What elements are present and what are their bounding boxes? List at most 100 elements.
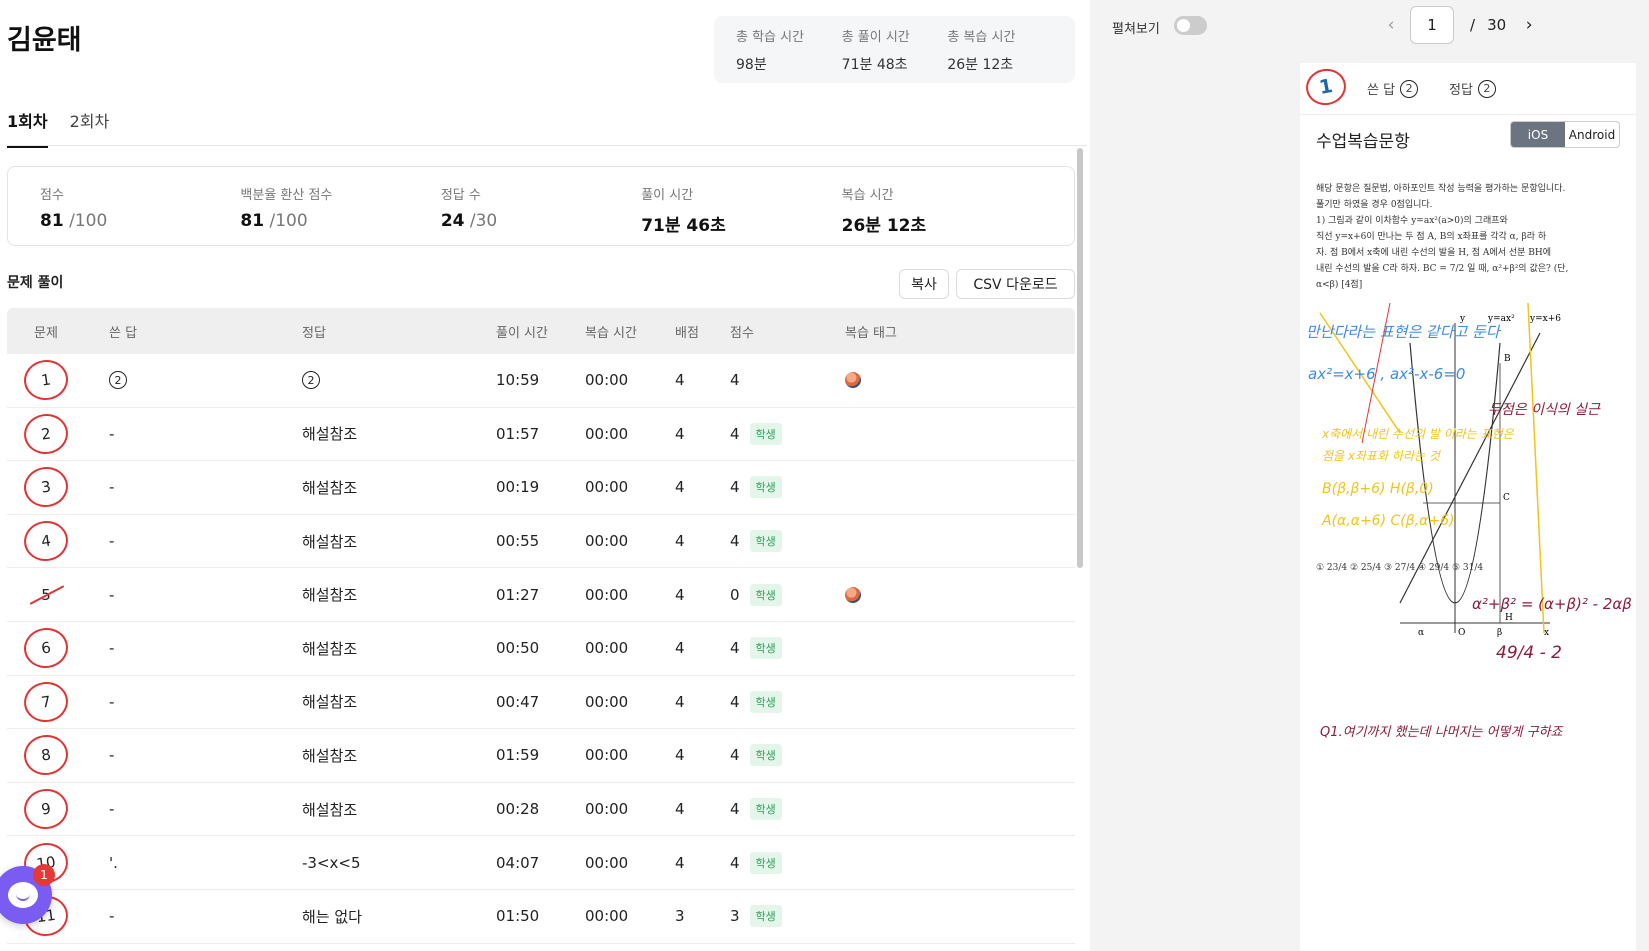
header-review: 복습 시간 xyxy=(585,325,637,341)
correct-text: 해설참조 xyxy=(302,800,358,819)
student-badge: 학생 xyxy=(749,690,782,713)
correct-cell: 해설참조 xyxy=(302,729,357,782)
handwritten-note: B(β,β+6) H(β,0) xyxy=(1322,481,1434,497)
correct-mark: 2 xyxy=(21,411,71,457)
problem-number-cell: 3 xyxy=(21,461,71,514)
prev-page-icon[interactable]: ‹ xyxy=(1380,15,1402,35)
next-page-icon[interactable]: › xyxy=(1518,15,1540,35)
csv-download-button[interactable]: CSV 다운로드 xyxy=(956,269,1075,299)
score-cell: 4 학생 xyxy=(730,729,782,782)
correct-mark: 7 xyxy=(21,678,71,725)
correct-cell: 2 xyxy=(302,354,320,407)
problem-number-cell: 1 xyxy=(21,354,71,407)
correct-mark: 4 xyxy=(21,518,71,564)
correct-cell: 해설참조 xyxy=(302,622,357,675)
correct-cell: 해설참조 xyxy=(302,515,357,568)
answer-cell: - xyxy=(109,676,114,729)
copy-button[interactable]: 복사 xyxy=(899,269,949,299)
os-toggle: iOS Android xyxy=(1510,121,1620,148)
table-row[interactable]: 7 - 해설참조 00:47 00:00 4 4 학생 xyxy=(7,676,1075,730)
round-tabs: 1회차 2회차 xyxy=(7,108,109,148)
table-row[interactable]: 11- 해는 없다 01:50 00:00 3 3 학생 xyxy=(7,890,1075,944)
correct-text: 해설참조 xyxy=(302,586,358,605)
problem-number-cell: 5 xyxy=(21,568,71,621)
table-row[interactable]: 5 - 해설참조 01:27 00:00 4 0 학생 xyxy=(7,568,1075,622)
points-cell: 4 xyxy=(675,746,685,765)
time-cell: 01:50 xyxy=(496,907,540,926)
problem-number-cell: 9 xyxy=(21,783,71,836)
answer-cell: - xyxy=(109,890,114,943)
table-row[interactable]: 10 '. -3<x<5 04:07 00:00 4 4 학생 xyxy=(7,836,1075,890)
correct-count-number: 24 xyxy=(440,211,465,231)
correct-count-value: 24 /30 xyxy=(441,211,641,231)
correct-answer-value: 2 xyxy=(1477,79,1496,98)
header-tag: 복습 태그 xyxy=(845,325,897,341)
tag-cell xyxy=(845,354,861,407)
table-row[interactable]: 8 - 해설참조 01:59 00:00 4 4 학생 xyxy=(7,729,1075,783)
written-answer: 쓴 답 2 xyxy=(1367,79,1419,98)
sheet-header: 1 쓴 답 2 정답 2 xyxy=(1300,63,1636,115)
handwritten-note: Q1.여기까지 했는데 나머지는 어떻게 구하죠 xyxy=(1320,725,1563,740)
page-input[interactable]: 1 xyxy=(1410,6,1454,44)
graph-label-beta: β xyxy=(1497,628,1502,638)
student-badge: 학생 xyxy=(749,530,782,553)
score-cell: 4 학생 xyxy=(730,622,782,675)
review-cell: 00:00 xyxy=(585,853,629,872)
review-time-stat: 복습 시간 26분 12초 xyxy=(842,184,1042,245)
android-button[interactable]: Android xyxy=(1565,122,1619,147)
scrollbar-thumb[interactable] xyxy=(1077,148,1083,568)
score-number: 81 xyxy=(40,211,64,231)
tab-round-1[interactable]: 1회차 xyxy=(7,108,48,148)
summary-value: 98분 xyxy=(736,57,767,73)
page-total: 30 xyxy=(1487,16,1507,34)
table-row[interactable]: 4 - 해설참조 00:55 00:00 4 4 학생 xyxy=(7,515,1075,569)
answer-text: - xyxy=(109,532,115,551)
problem-line: 해당 문항은 질문법, 아하포인트 작성 능력을 평가하는 문항입니다. xyxy=(1316,184,1566,194)
answer-text: - xyxy=(109,585,115,604)
score-text: 4 xyxy=(730,746,740,765)
review-time-label: 복습 시간 xyxy=(841,188,894,203)
problem-line: α<β) [4점] xyxy=(1316,280,1363,290)
header-num: 문제 xyxy=(34,325,58,341)
handwritten-note: 두점은 이식의 실근 xyxy=(1488,402,1600,418)
correct-text: 해설참조 xyxy=(302,478,358,497)
expand-toggle-label: 펼쳐보기 xyxy=(1112,22,1160,37)
problem-table: 문제 쓴 답 정답 풀이 시간 복습 시간 배점 점수 복습 태그 1 2 2 10:… xyxy=(7,308,1075,944)
pager: ‹ 1 / 30 › xyxy=(1380,6,1540,44)
viewer-panel: 펼쳐보기 ‹ 1 / 30 › 1 쓴 답 2 정답 2 수업복습문항 iOS … xyxy=(1090,0,1649,951)
ios-button[interactable]: iOS xyxy=(1511,122,1565,147)
score-cell: 4 학생 xyxy=(730,836,782,889)
graph-label-b: B xyxy=(1504,354,1511,364)
score-cell: 3 학생 xyxy=(730,890,782,943)
handwritten-note: 만난다라는 표현은 같다고 둔다 xyxy=(1306,323,1500,341)
problem-number-cell: 8 xyxy=(21,729,71,782)
table-row[interactable]: 2 - 해설참조 01:57 00:00 4 4 학생 xyxy=(7,408,1075,462)
problem-line: 자. 점 B에서 x축에 내린 수선의 발을 H, 점 A에서 선분 BH에 xyxy=(1316,248,1552,258)
header-time: 풀이 시간 xyxy=(496,325,548,341)
summary-total-review: 총 복습 시간 26분 12초 xyxy=(947,26,1053,83)
score-cell: 4 학생 xyxy=(730,783,782,836)
problem-number-cell: 6 xyxy=(21,622,71,675)
chat-badge: 1 xyxy=(33,864,55,886)
table-row[interactable]: 3 - 해설참조 00:19 00:00 4 4 학생 xyxy=(7,461,1075,515)
percent-label: 백분율 환산 점수 xyxy=(240,188,333,203)
review-cell: 00:00 xyxy=(585,800,629,819)
review-tag-avatar-icon[interactable] xyxy=(845,372,861,389)
answer-cell: - xyxy=(109,622,114,675)
solve-time-number: 71분 46초 xyxy=(641,216,726,236)
review-tag-avatar-icon[interactable] xyxy=(845,586,861,603)
correct-text: 해설참조 xyxy=(302,425,358,444)
tab-round-2[interactable]: 2회차 xyxy=(70,108,110,148)
table-row[interactable]: 6 - 해설참조 00:50 00:00 4 4 학생 xyxy=(7,622,1075,676)
graph-label-o: O xyxy=(1458,628,1465,638)
answer-text: - xyxy=(109,800,115,819)
graph-label-alpha: α xyxy=(1418,628,1424,638)
score-text: 4 xyxy=(730,424,740,443)
solve-time-label: 풀이 시간 xyxy=(641,188,694,203)
handwritten-note: 49/4 - 2 xyxy=(1496,643,1562,663)
expand-toggle[interactable] xyxy=(1174,16,1207,35)
table-row[interactable]: 1 2 2 10:59 00:00 4 4 xyxy=(7,354,1075,408)
percent-stat: 백분율 환산 점수 81 /100 xyxy=(240,184,440,245)
table-row[interactable]: 9 - 해설참조 00:28 00:00 4 4 학생 xyxy=(7,783,1075,837)
score-cell: 4 학생 xyxy=(730,515,782,568)
